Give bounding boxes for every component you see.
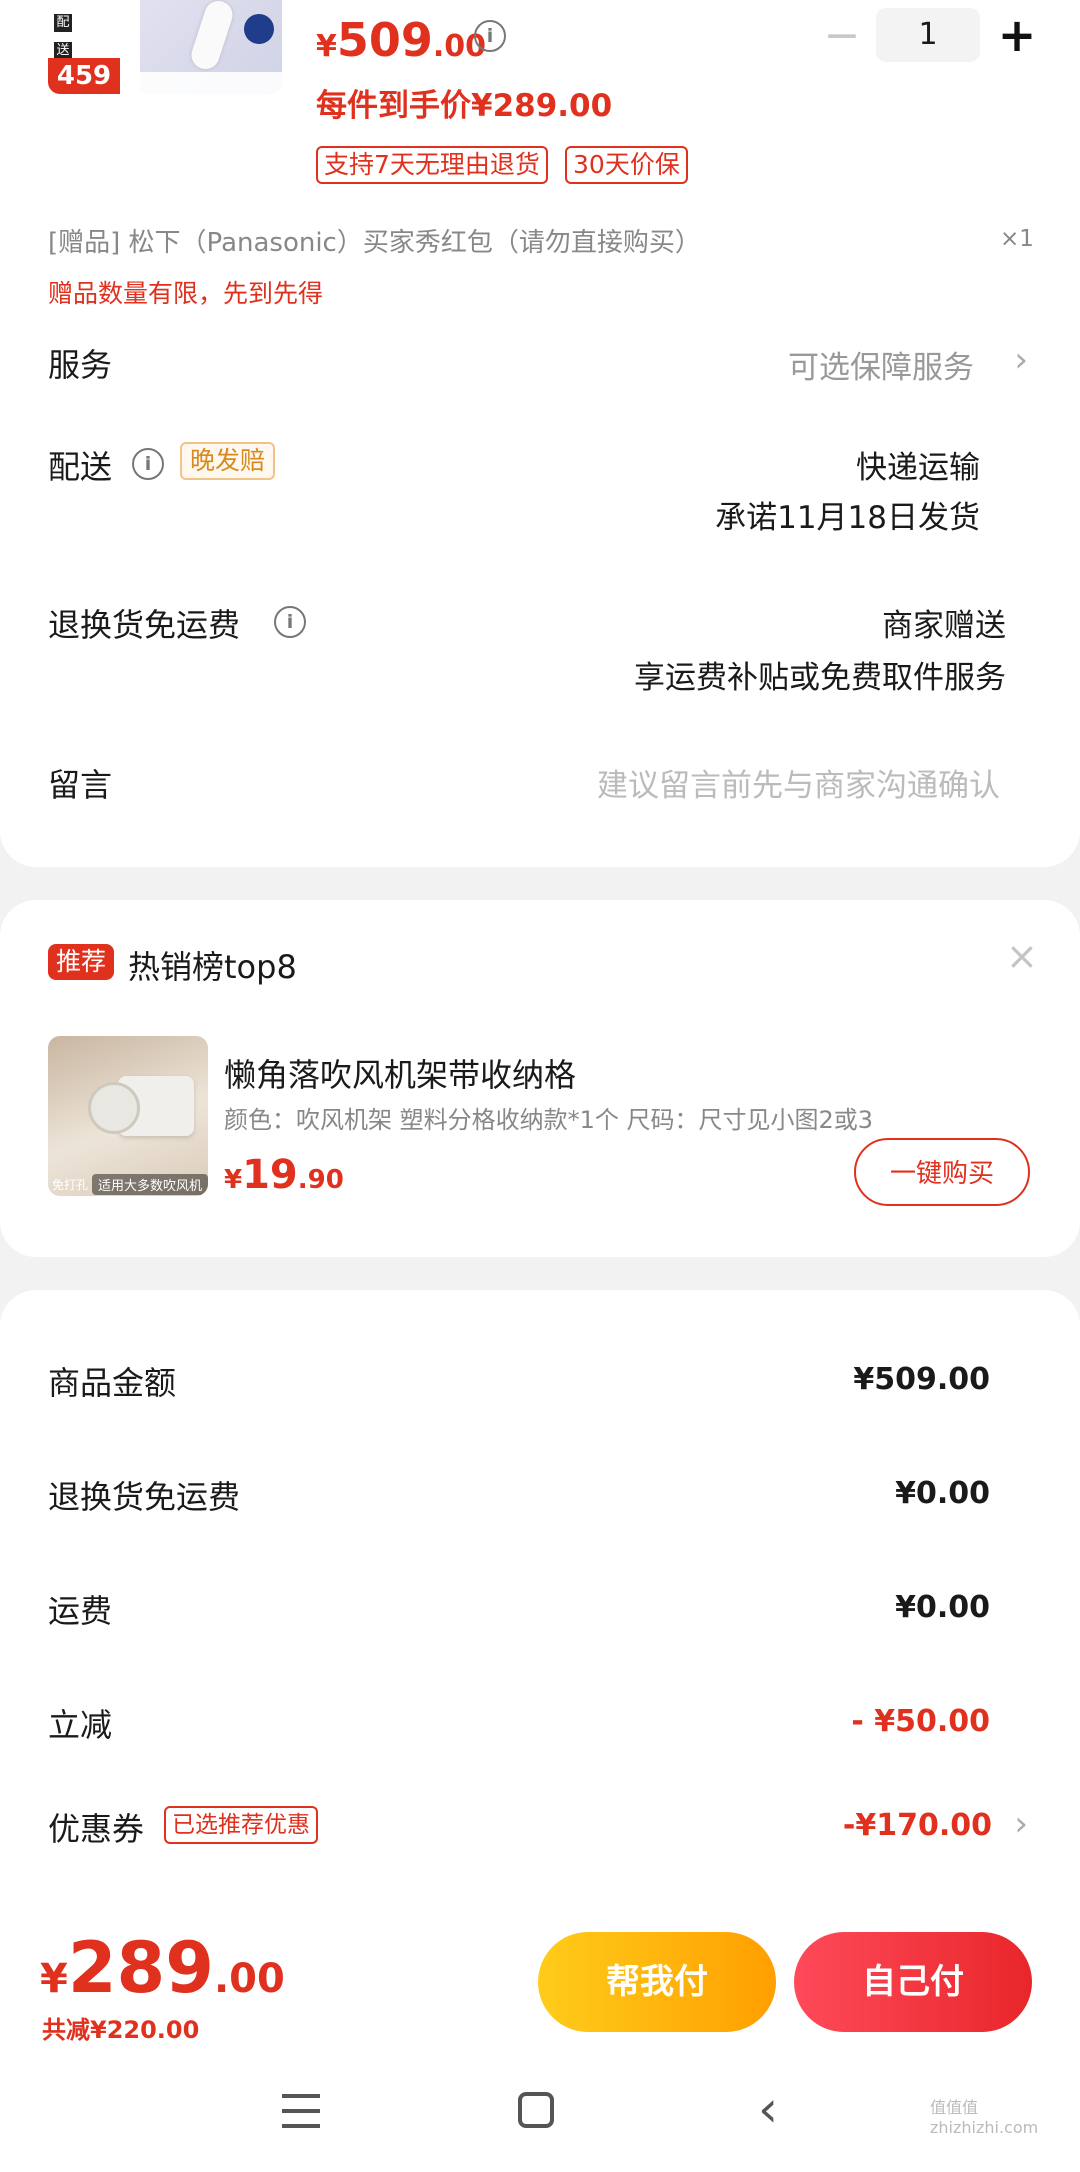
gift-count: ×1 [1000, 226, 1034, 252]
return-fee-label: 退换货免运费 [48, 1478, 241, 1516]
gift-line: [赠品] 松下（Panasonic）买家秀红包（请勿直接购买） [48, 228, 701, 258]
total-saved: 共减¥220.00 [42, 2016, 200, 2044]
help-me-pay-button[interactable]: 帮我付 [538, 1932, 776, 2032]
delivery-promise-date: 承诺11月18日发货 [715, 500, 980, 536]
total-int: 289 [67, 1927, 214, 2009]
one-click-buy-button[interactable]: 一键购买 [854, 1138, 1030, 1206]
thumb-gift-marker: 配 [54, 14, 72, 32]
goods-amount-value: ¥509.00 [853, 1362, 990, 1397]
instant-discount-label: 立减 [48, 1706, 113, 1744]
thumb-info-strip [122, 72, 282, 94]
recommendation-card: 推荐 热销榜top8 × 免打孔 适用大多数吹风机 懒角落吹风机架带收纳格 颜色… [0, 900, 1080, 1257]
service-row[interactable]: 服务 可选保障服务 › [0, 326, 1080, 406]
coupon-value: -¥170.00 [842, 1808, 992, 1843]
price-symbol: ¥ [316, 29, 337, 64]
service-value: 可选保障服务 [788, 350, 974, 386]
price-info-icon[interactable]: i [474, 20, 506, 52]
chevron-right-icon: › [1014, 340, 1028, 380]
item-price-symbol: ¥ [224, 1165, 243, 1195]
dryer-illustration [187, 0, 237, 73]
tag-seven-day-return: 支持7天无理由退货 [316, 146, 548, 184]
return-fee-value: ¥0.00 [895, 1476, 990, 1511]
item-price-int: 19 [242, 1152, 298, 1198]
return-shipping-label: 退换货免运费 [48, 606, 241, 644]
coupon-row[interactable]: 优惠券 已选推荐优惠 -¥170.00 › [0, 1796, 1080, 1876]
recommend-item-price: ¥19.90 [224, 1152, 344, 1198]
goods-amount-label: 商品金额 [48, 1364, 177, 1402]
price-summary-card: 商品金额 ¥509.00 退换货免运费 ¥0.00 运费 ¥0.00 立减 - … [0, 1290, 1080, 1950]
message-input[interactable]: 建议留言前先与商家沟通确认 [597, 760, 1000, 805]
per-item-price: 每件到手价¥289.00 [316, 88, 613, 124]
quantity-increase-button[interactable]: + [996, 12, 1038, 60]
product-thumbnail[interactable]: 配 送 459 [48, 0, 282, 94]
instant-discount-value: - ¥50.00 [851, 1704, 990, 1739]
shipping-fee-label: 运费 [48, 1592, 113, 1630]
gift-note: 赠品数量有限，先到先得 [48, 279, 324, 308]
recommend-item-spec: 颜色：吹风机架 塑料分格收纳款*1个 尺码：尺寸见小图2或3 [224, 1106, 874, 1134]
back-icon[interactable]: ‹ [758, 2084, 778, 2134]
delivery-method: 快递运输 [856, 450, 980, 486]
recommend-item-thumbnail[interactable]: 免打孔 适用大多数吹风机 [48, 1036, 208, 1196]
system-nav-bar: ‹ 值值值 zhizhizhi.com [0, 2058, 1080, 2172]
self-pay-button[interactable]: 自己付 [794, 1932, 1032, 2032]
product-tags: 支持7天无理由退货 30天价保 [316, 146, 688, 184]
product-price: ¥509.00 [316, 10, 486, 81]
coupon-selected-badge: 已选推荐优惠 [164, 1806, 318, 1844]
message-label: 留言 [48, 766, 113, 804]
close-icon[interactable]: × [1006, 936, 1038, 976]
return-shipping-value: 商家赠送 [882, 608, 1006, 644]
service-label: 服务 [48, 346, 113, 384]
thumb-no-drill-tag: 免打孔 [52, 1178, 89, 1192]
delivery-row[interactable]: 配送 i 晚发赔 快递运输 承诺11月18日发货 [0, 434, 1080, 554]
message-row[interactable]: 留言 建议留言前先与商家沟通确认 [0, 752, 1080, 832]
total-dec: .00 [213, 1956, 285, 2002]
recommend-item-name[interactable]: 懒角落吹风机架带收纳格 [224, 1050, 576, 1096]
quantity-decrease-button[interactable]: − [822, 14, 862, 58]
return-shipping-sub: 享运费补贴或免费取件服务 [634, 660, 1006, 696]
order-item-card: 配 送 459 ¥509.00 i − 1 + 每件到手价¥289.00 支持7… [0, 0, 1080, 867]
checkout-bar: ¥289.00 共减¥220.00 帮我付 自己付 [0, 1918, 1080, 2058]
delivery-label: 配送 [48, 448, 113, 486]
chevron-right-icon: › [1014, 1804, 1028, 1844]
recommend-badge: 推荐 [48, 944, 115, 980]
price-int: 509 [336, 13, 433, 67]
coupon-label: 优惠券 [48, 1810, 145, 1848]
thumb-brand-logo [244, 14, 274, 44]
quantity-input[interactable]: 1 [876, 8, 980, 62]
thumb-caption: 适用大多数吹风机 [92, 1174, 208, 1195]
delivery-info-icon[interactable]: i [132, 448, 164, 480]
thumb-price-badge: 459 [48, 58, 120, 94]
tag-price-protection: 30天价保 [565, 146, 688, 184]
recommend-title: 热销榜top8 [128, 948, 297, 986]
return-info-icon[interactable]: i [274, 606, 306, 638]
dryer-shape [88, 1082, 140, 1134]
shipping-fee-value: ¥0.00 [895, 1590, 990, 1625]
total-symbol: ¥ [40, 1956, 68, 2002]
late-compensation-badge: 晚发赔 [180, 442, 276, 480]
watermark-logo: 值值值 zhizhizhi.com [930, 2098, 1039, 2137]
return-shipping-row: 退换货免运费 i 商家赠送 享运费补贴或免费取件服务 [0, 592, 1080, 712]
item-price-dec: .90 [297, 1165, 344, 1195]
menu-icon[interactable] [282, 2094, 320, 2128]
home-icon[interactable] [518, 2092, 554, 2128]
